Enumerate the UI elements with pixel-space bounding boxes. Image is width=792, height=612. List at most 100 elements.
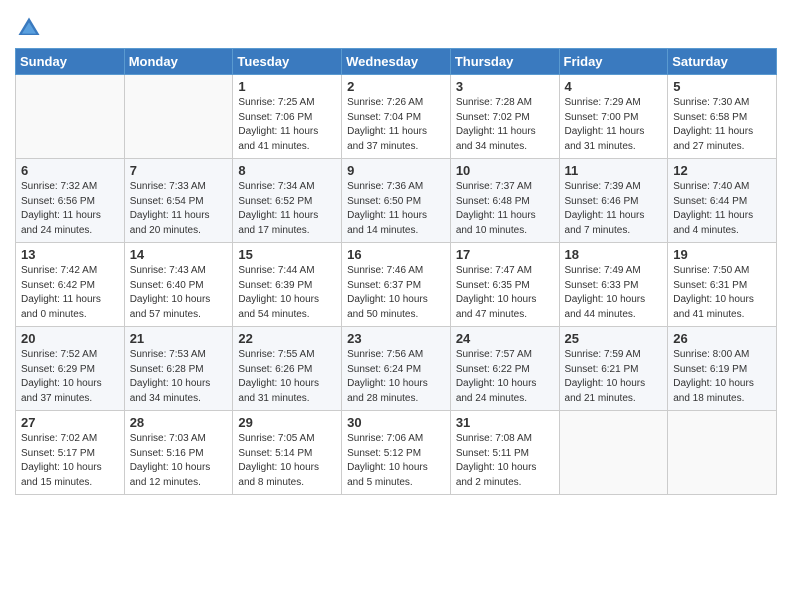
day-number: 7 xyxy=(130,163,228,178)
day-number: 18 xyxy=(565,247,663,262)
sunset-text: Sunset: 7:00 PM xyxy=(565,111,663,126)
day-info: Sunrise: 7:47 AMSunset: 6:35 PMDaylight:… xyxy=(456,264,554,322)
calendar-week-row: 13 Sunrise: 7:42 AMSunset: 6:42 PMDayligh… xyxy=(16,243,777,327)
daylight-text: Daylight: 11 hours and 14 minutes. xyxy=(347,209,445,238)
day-info: Sunrise: 7:37 AMSunset: 6:48 PMDaylight:… xyxy=(456,180,554,238)
calendar-day-19: 19Sunrise: 7:50 AMSunset: 6:31 PMDayligh… xyxy=(668,243,777,327)
day-number: 2 xyxy=(347,79,445,94)
day-number: 25 xyxy=(565,331,663,346)
calendar-day-14: 14Sunrise: 7:43 AMSunset: 6:40 PMDayligh… xyxy=(124,243,233,327)
day-number: 13 xyxy=(21,247,119,262)
day-number: 22 xyxy=(238,331,336,346)
day-info: Sunrise: 7:34 AMSunset: 6:52 PMDaylight:… xyxy=(238,180,336,238)
daylight-text: Daylight: 10 hours and 31 minutes. xyxy=(238,377,336,406)
day-number: 31 xyxy=(456,415,554,430)
sunset-text: Sunset: 6:22 PM xyxy=(456,363,554,378)
calendar-day-7: 7Sunrise: 7:33 AMSunset: 6:54 PMDaylight… xyxy=(124,159,233,243)
sunrise-text: Sunrise: 7:29 AM xyxy=(565,96,663,111)
calendar-day-16: 16Sunrise: 7:46 AMSunset: 6:37 PMDayligh… xyxy=(342,243,451,327)
day-info: Sunrise: 7:26 AMSunset: 7:04 PMDaylight:… xyxy=(347,96,445,154)
sunset-text: Sunset: 6:58 PM xyxy=(673,111,771,126)
sunset-text: Sunset: 5:11 PM xyxy=(456,447,554,462)
sunset-text: Sunset: 6:54 PM xyxy=(130,195,228,210)
sunrise-text: Sunrise: 7:42 AM xyxy=(21,264,119,279)
calendar-day-20: 20Sunrise: 7:52 AMSunset: 6:29 PMDayligh… xyxy=(16,327,125,411)
calendar-day-28: 28Sunrise: 7:03 AMSunset: 5:16 PMDayligh… xyxy=(124,411,233,495)
day-info: Sunrise: 7:43 AMSunset: 6:40 PMDaylight:… xyxy=(130,264,228,322)
day-info: Sunrise: 7:57 AMSunset: 6:22 PMDaylight:… xyxy=(456,348,554,406)
calendar-day-12: 12Sunrise: 7:40 AMSunset: 6:44 PMDayligh… xyxy=(668,159,777,243)
calendar-day-3: 3Sunrise: 7:28 AMSunset: 7:02 PMDaylight… xyxy=(450,75,559,159)
sunrise-text: Sunrise: 7:55 AM xyxy=(238,348,336,363)
calendar-week-row: 20Sunrise: 7:52 AMSunset: 6:29 PMDayligh… xyxy=(16,327,777,411)
daylight-text: Daylight: 10 hours and 54 minutes. xyxy=(238,293,336,322)
daylight-text: Daylight: 10 hours and 8 minutes. xyxy=(238,461,336,490)
day-info: Sunrise: 7:42 AMSunset: 6:42 PMDaylight:… xyxy=(21,264,119,322)
daylight-text: Daylight: 11 hours and 4 minutes. xyxy=(673,209,771,238)
calendar-header-sunday: Sunday xyxy=(16,49,125,75)
day-info: Sunrise: 7:30 AMSunset: 6:58 PMDaylight:… xyxy=(673,96,771,154)
day-info: Sunrise: 7:44 AMSunset: 6:39 PMDaylight:… xyxy=(238,264,336,322)
sunset-text: Sunset: 7:06 PM xyxy=(238,111,336,126)
daylight-text: Daylight: 10 hours and 2 minutes. xyxy=(456,461,554,490)
day-number: 12 xyxy=(673,163,771,178)
day-number: 29 xyxy=(238,415,336,430)
sunrise-text: Sunrise: 7:34 AM xyxy=(238,180,336,195)
daylight-text: Daylight: 10 hours and 57 minutes. xyxy=(130,293,228,322)
calendar-header-monday: Monday xyxy=(124,49,233,75)
calendar-week-row: 1Sunrise: 7:25 AMSunset: 7:06 PMDaylight… xyxy=(16,75,777,159)
sunrise-text: Sunrise: 7:37 AM xyxy=(456,180,554,195)
sunset-text: Sunset: 6:19 PM xyxy=(673,363,771,378)
day-number: 27 xyxy=(21,415,119,430)
calendar-day-11: 11Sunrise: 7:39 AMSunset: 6:46 PMDayligh… xyxy=(559,159,668,243)
day-number: 28 xyxy=(130,415,228,430)
daylight-text: Daylight: 11 hours and 27 minutes. xyxy=(673,125,771,154)
daylight-text: Daylight: 10 hours and 41 minutes. xyxy=(673,293,771,322)
sunset-text: Sunset: 6:39 PM xyxy=(238,279,336,294)
daylight-text: Daylight: 11 hours and 0 minutes. xyxy=(21,293,119,322)
sunset-text: Sunset: 7:04 PM xyxy=(347,111,445,126)
logo xyxy=(15,14,47,42)
calendar-day-1: 1Sunrise: 7:25 AMSunset: 7:06 PMDaylight… xyxy=(233,75,342,159)
sunrise-text: Sunrise: 7:44 AM xyxy=(238,264,336,279)
sunrise-text: Sunrise: 7:56 AM xyxy=(347,348,445,363)
sunset-text: Sunset: 6:46 PM xyxy=(565,195,663,210)
sunset-text: Sunset: 5:14 PM xyxy=(238,447,336,462)
sunrise-text: Sunrise: 7:46 AM xyxy=(347,264,445,279)
day-number: 10 xyxy=(456,163,554,178)
sunrise-text: Sunrise: 8:00 AM xyxy=(673,348,771,363)
daylight-text: Daylight: 10 hours and 37 minutes. xyxy=(21,377,119,406)
day-number: 9 xyxy=(347,163,445,178)
daylight-text: Daylight: 11 hours and 37 minutes. xyxy=(347,125,445,154)
day-number: 6 xyxy=(21,163,119,178)
daylight-text: Daylight: 10 hours and 18 minutes. xyxy=(673,377,771,406)
daylight-text: Daylight: 10 hours and 15 minutes. xyxy=(21,461,119,490)
day-number: 17 xyxy=(456,247,554,262)
sunset-text: Sunset: 6:35 PM xyxy=(456,279,554,294)
sunrise-text: Sunrise: 7:50 AM xyxy=(673,264,771,279)
daylight-text: Daylight: 10 hours and 34 minutes. xyxy=(130,377,228,406)
sunset-text: Sunset: 6:21 PM xyxy=(565,363,663,378)
sunset-text: Sunset: 6:29 PM xyxy=(21,363,119,378)
day-info: Sunrise: 7:05 AMSunset: 5:14 PMDaylight:… xyxy=(238,432,336,490)
calendar-day-22: 22Sunrise: 7:55 AMSunset: 6:26 PMDayligh… xyxy=(233,327,342,411)
day-number: 5 xyxy=(673,79,771,94)
logo-icon xyxy=(15,14,43,42)
daylight-text: Daylight: 11 hours and 41 minutes. xyxy=(238,125,336,154)
sunset-text: Sunset: 6:52 PM xyxy=(238,195,336,210)
day-info: Sunrise: 7:06 AMSunset: 5:12 PMDaylight:… xyxy=(347,432,445,490)
day-info: Sunrise: 7:39 AMSunset: 6:46 PMDaylight:… xyxy=(565,180,663,238)
sunrise-text: Sunrise: 7:53 AM xyxy=(130,348,228,363)
calendar-header-friday: Friday xyxy=(559,49,668,75)
daylight-text: Daylight: 11 hours and 24 minutes. xyxy=(21,209,119,238)
calendar-day-4: 4Sunrise: 7:29 AMSunset: 7:00 PMDaylight… xyxy=(559,75,668,159)
day-info: Sunrise: 7:32 AMSunset: 6:56 PMDaylight:… xyxy=(21,180,119,238)
sunrise-text: Sunrise: 7:06 AM xyxy=(347,432,445,447)
sunrise-text: Sunrise: 7:39 AM xyxy=(565,180,663,195)
daylight-text: Daylight: 11 hours and 20 minutes. xyxy=(130,209,228,238)
calendar-day-18: 18Sunrise: 7:49 AMSunset: 6:33 PMDayligh… xyxy=(559,243,668,327)
day-info: Sunrise: 7:36 AMSunset: 6:50 PMDaylight:… xyxy=(347,180,445,238)
page: SundayMondayTuesdayWednesdayThursdayFrid… xyxy=(0,0,792,510)
calendar-day-25: 25Sunrise: 7:59 AMSunset: 6:21 PMDayligh… xyxy=(559,327,668,411)
calendar-day-17: 17 Sunrise: 7:47 AMSunset: 6:35 PMDayligh… xyxy=(450,243,559,327)
